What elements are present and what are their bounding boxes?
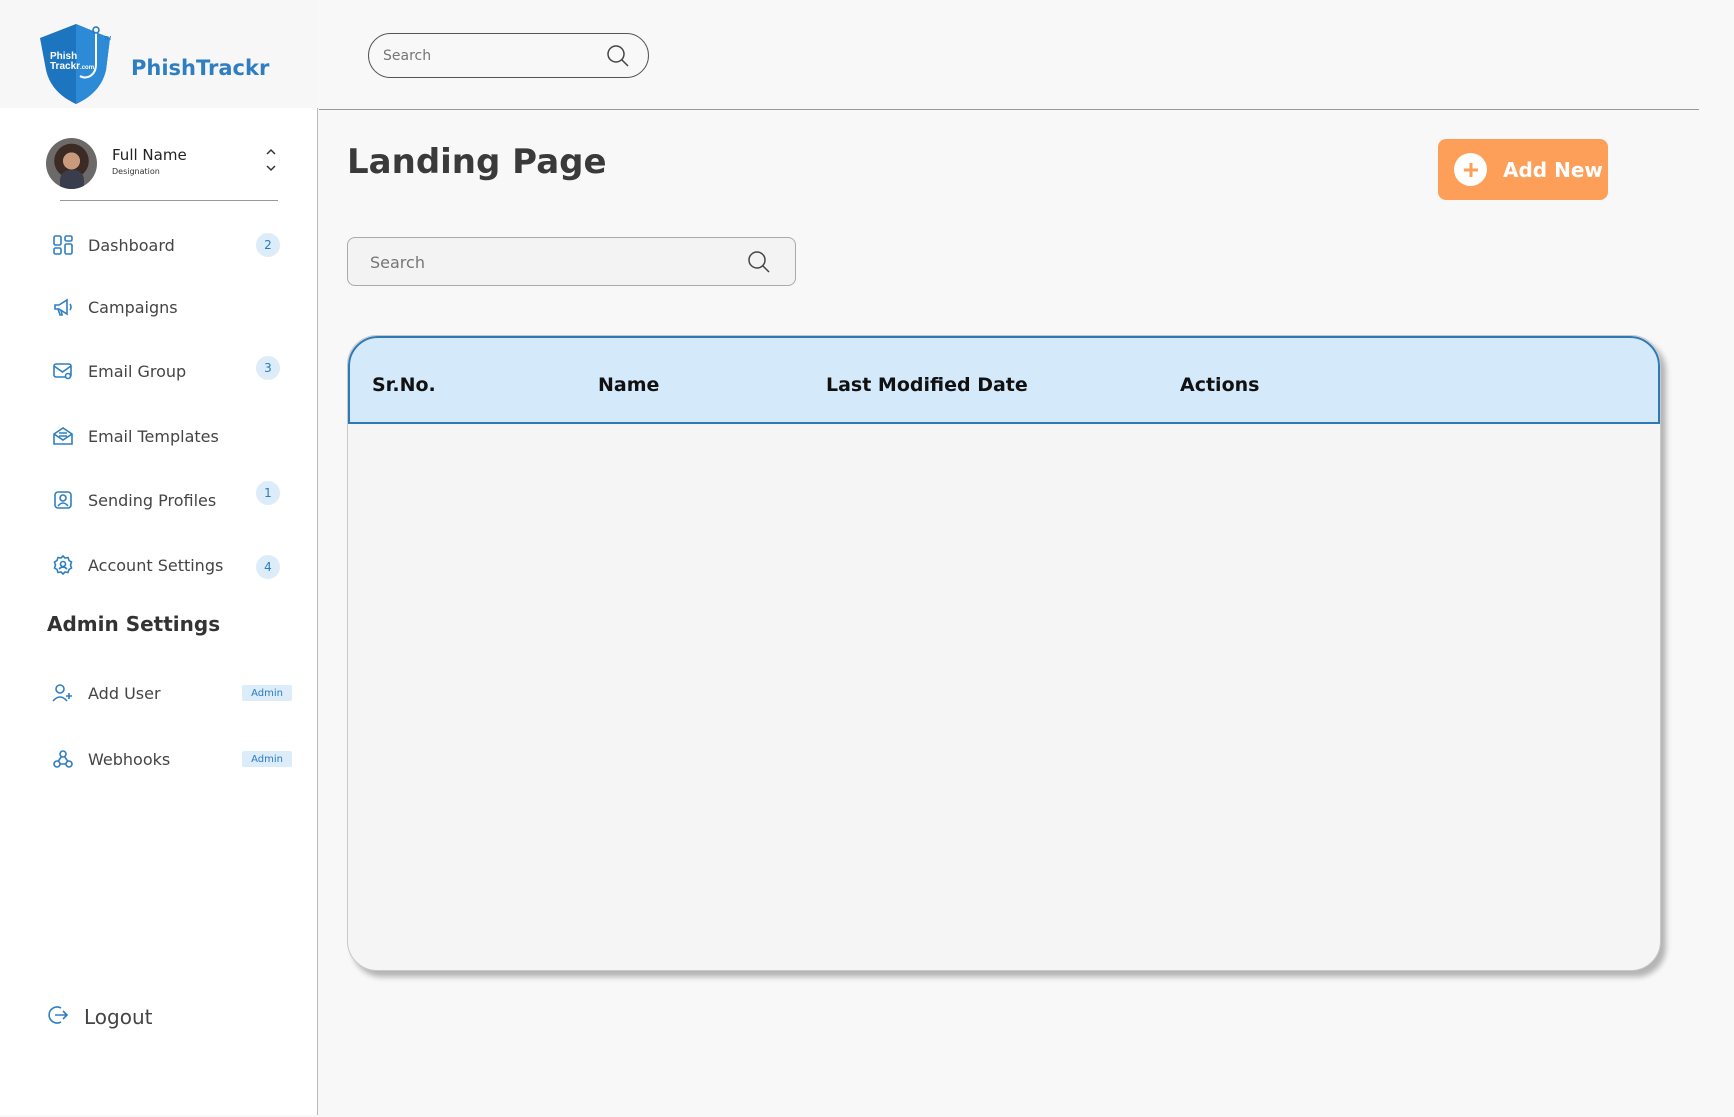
table-search-input[interactable] bbox=[370, 251, 730, 273]
profile-toggle-button[interactable] bbox=[264, 146, 278, 174]
avatar[interactable] bbox=[46, 138, 97, 189]
email-template-icon bbox=[50, 423, 76, 449]
sidebar-item-label: Webhooks bbox=[88, 749, 171, 769]
sidebar-item-campaigns[interactable]: Campaigns bbox=[50, 290, 290, 324]
table-search[interactable] bbox=[347, 237, 796, 286]
search-icon[interactable] bbox=[747, 250, 771, 278]
user-profile[interactable]: Full Name Designation bbox=[46, 138, 282, 190]
sidebar-item-email-templates[interactable]: Email Templates bbox=[50, 419, 290, 453]
brand-header: Phish Trackr.com TM PhishTrackr bbox=[0, 0, 318, 108]
logo-trademark: TM bbox=[104, 36, 112, 42]
count-badge: 2 bbox=[256, 233, 280, 257]
global-search[interactable] bbox=[368, 33, 649, 78]
landing-page-table: Sr.No. Name Last Modified Date Actions bbox=[347, 335, 1661, 971]
sidebar-item-account-settings[interactable]: Account Settings 4 bbox=[50, 548, 290, 582]
gear-icon bbox=[50, 552, 76, 578]
logout-icon bbox=[46, 1003, 70, 1031]
column-header-last-modified[interactable]: Last Modified Date bbox=[826, 374, 1028, 396]
search-icon[interactable] bbox=[606, 44, 630, 72]
profile-name: Full Name bbox=[112, 146, 187, 164]
page-title: Landing Page bbox=[347, 142, 607, 182]
plus-icon bbox=[1454, 153, 1487, 186]
sidebar-item-label: Account Settings bbox=[88, 555, 224, 575]
count-badge: 3 bbox=[256, 356, 280, 380]
profile-icon bbox=[50, 487, 76, 513]
sidebar-item-label: Email Templates bbox=[88, 426, 219, 446]
sidebar-item-label: Add User bbox=[88, 683, 161, 703]
sidebar-item-label: Sending Profiles bbox=[88, 490, 217, 510]
sidebar-item-email-group[interactable]: Email Group 3 bbox=[50, 354, 290, 388]
profile-divider bbox=[60, 200, 278, 201]
column-header-actions[interactable]: Actions bbox=[1180, 374, 1259, 396]
column-header-name[interactable]: Name bbox=[598, 374, 659, 396]
profile-designation: Designation bbox=[112, 167, 160, 176]
table-header: Sr.No. Name Last Modified Date Actions bbox=[348, 336, 1660, 424]
sidebar-item-dashboard[interactable]: Dashboard 2 bbox=[50, 228, 290, 262]
chevron-up-down-icon bbox=[266, 148, 276, 172]
email-group-icon bbox=[50, 358, 76, 384]
logout-button[interactable]: Logout bbox=[46, 1003, 152, 1031]
top-bar bbox=[319, 0, 1699, 110]
admin-tag: Admin bbox=[242, 685, 292, 701]
brand-name: PhishTrackr bbox=[131, 56, 270, 80]
sidebar: Phish Trackr.com TM PhishTrackr Full Name… bbox=[0, 0, 318, 1115]
column-header-sr-no[interactable]: Sr.No. bbox=[372, 374, 436, 396]
sidebar-item-label: Email Group bbox=[88, 361, 187, 381]
logout-label: Logout bbox=[84, 1005, 153, 1029]
admin-tag: Admin bbox=[242, 751, 292, 767]
sidebar-item-webhooks[interactable]: Webhooks Admin bbox=[50, 742, 292, 776]
sidebar-item-sending-profiles[interactable]: Sending Profiles 1 bbox=[50, 481, 290, 517]
add-new-label: Add New bbox=[1503, 157, 1603, 182]
sidebar-item-label: Campaigns bbox=[88, 297, 178, 317]
sidebar-item-label: Dashboard bbox=[88, 235, 175, 255]
webhook-icon bbox=[50, 746, 76, 772]
count-badge: 1 bbox=[256, 481, 280, 505]
global-search-input[interactable] bbox=[383, 45, 593, 67]
add-new-button[interactable]: Add New bbox=[1438, 139, 1608, 200]
add-user-icon bbox=[50, 680, 76, 706]
dashboard-icon bbox=[50, 232, 76, 258]
sidebar-item-add-user[interactable]: Add User Admin bbox=[50, 676, 292, 710]
admin-settings-heading: Admin Settings bbox=[47, 612, 221, 636]
count-badge: 4 bbox=[256, 555, 280, 579]
logo-text: Phish Trackr.com bbox=[50, 51, 95, 72]
megaphone-icon bbox=[50, 294, 76, 320]
